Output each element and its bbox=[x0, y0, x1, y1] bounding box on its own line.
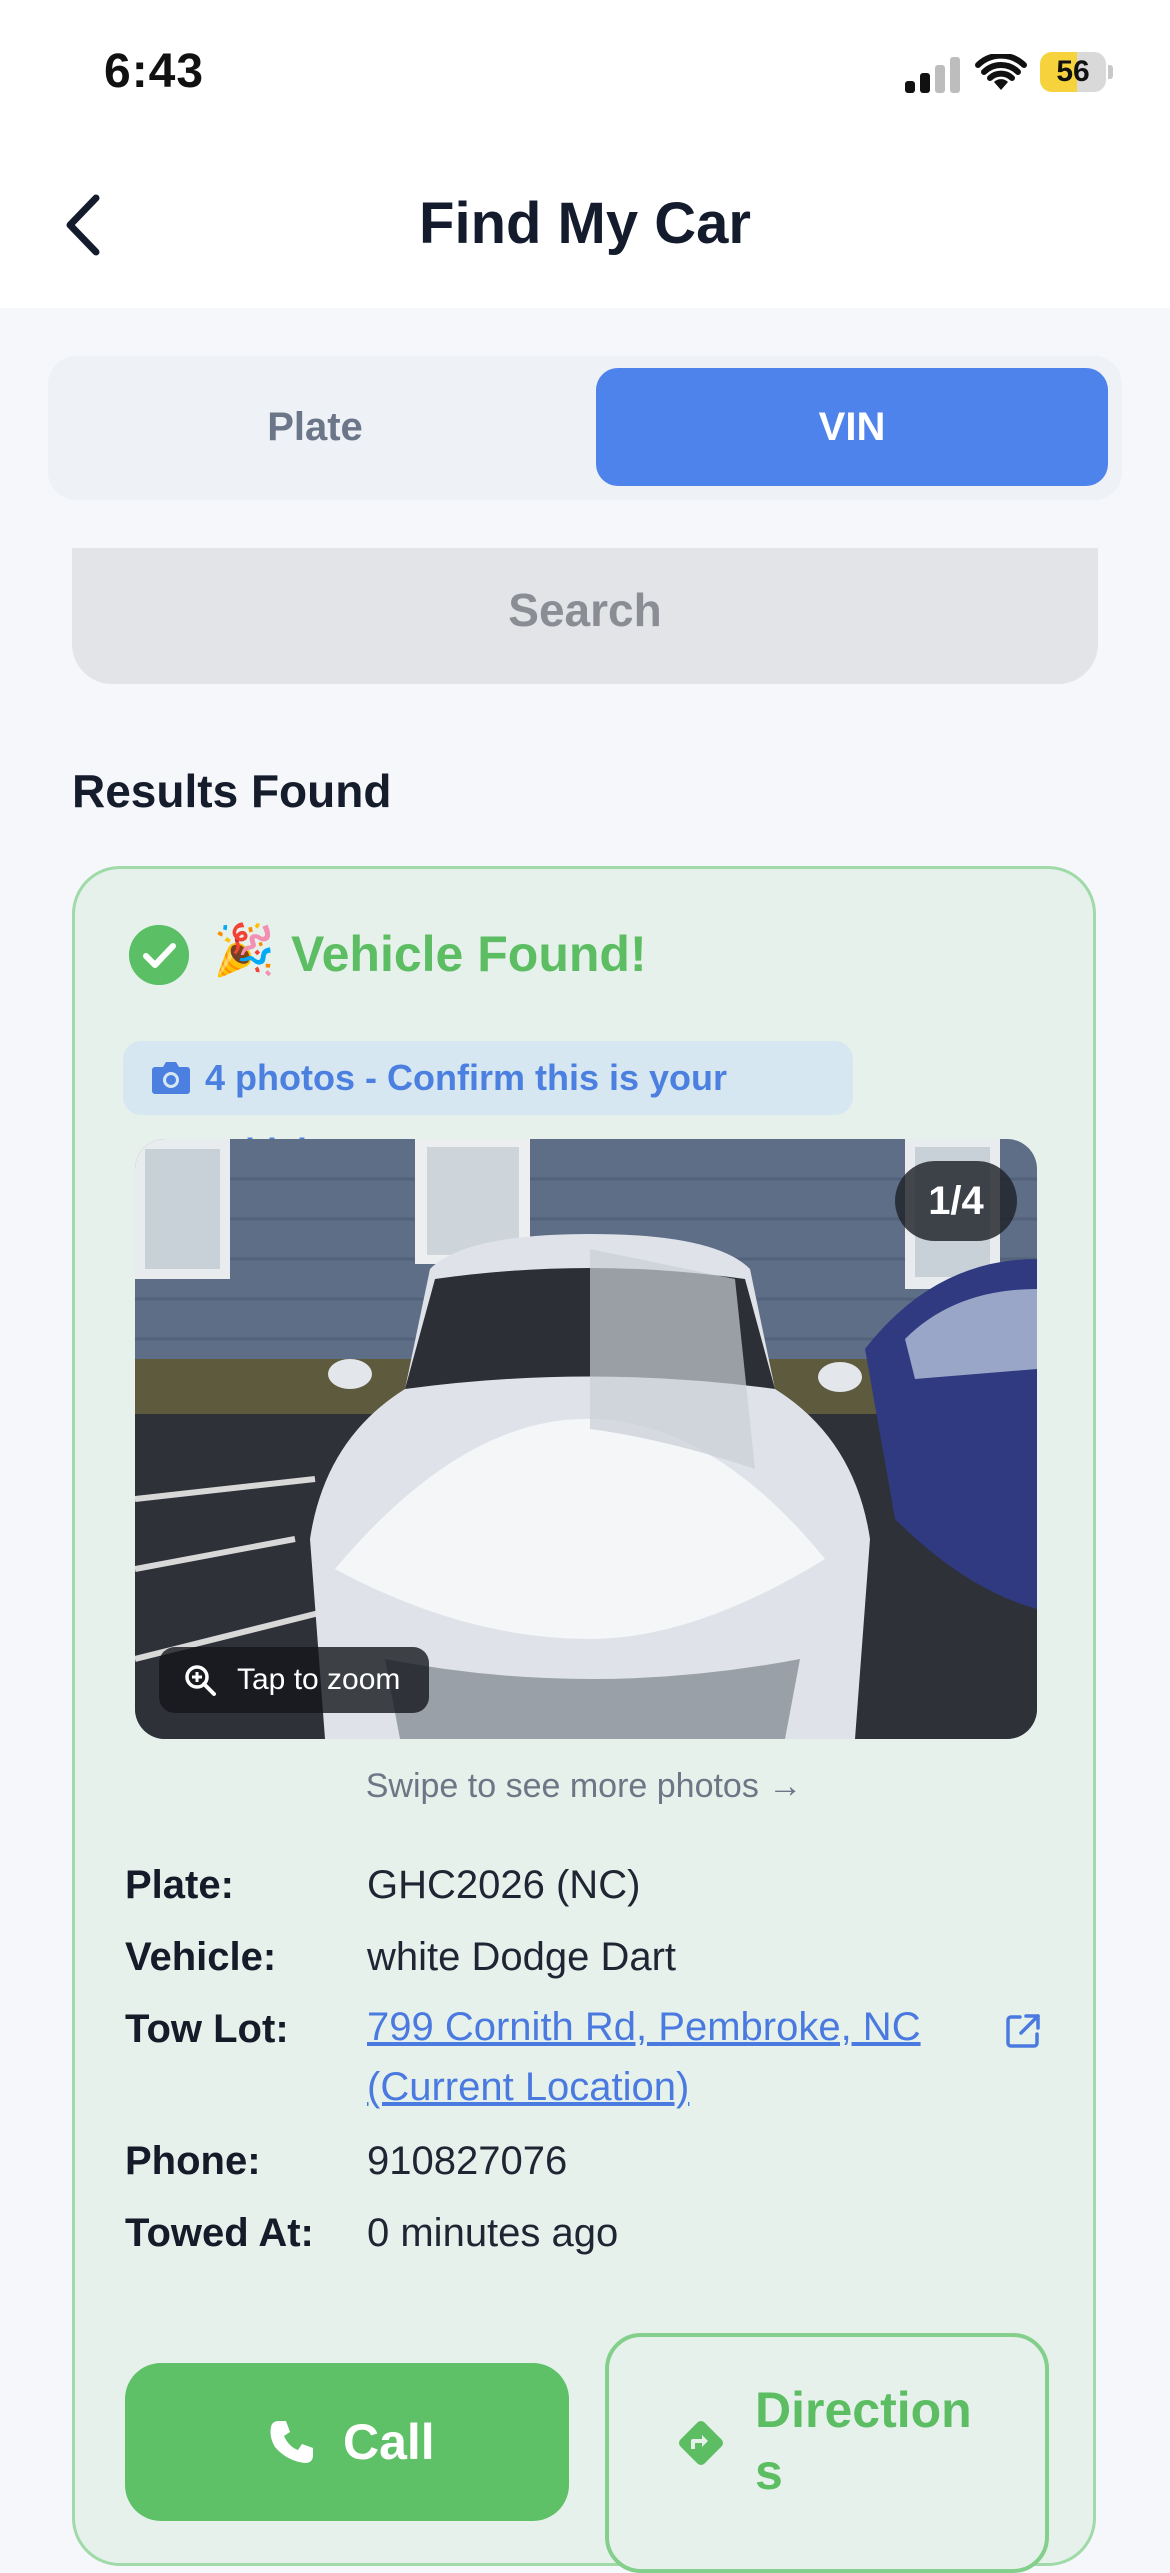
wifi-icon bbox=[975, 54, 1027, 90]
phone-label: Phone: bbox=[125, 2139, 261, 2183]
check-circle-icon bbox=[129, 925, 189, 985]
tow-lot-label: Tow Lot: bbox=[125, 2007, 289, 2051]
battery-icon: 56 bbox=[1040, 52, 1113, 92]
external-link-icon[interactable] bbox=[1003, 2011, 1043, 2051]
tap-to-zoom-label: Tap to zoom bbox=[237, 1663, 401, 1696]
search-mode-toggle: Plate VIN bbox=[48, 356, 1122, 500]
cellular-signal-icon bbox=[905, 55, 961, 93]
status-bar: 6:43 56 bbox=[0, 0, 1170, 150]
photo-counter: 1/4 bbox=[895, 1161, 1017, 1241]
results-heading: Results Found bbox=[72, 765, 392, 817]
vehicle-result-card: 🎉 Vehicle Found! 4 photos - Confirm this… bbox=[72, 866, 1096, 2573]
plate-value: GHC2026 (NC) bbox=[367, 1863, 641, 1907]
directions-button-label: Directions bbox=[755, 2382, 972, 2500]
call-button-label: Call bbox=[343, 2414, 435, 2470]
party-popper-icon: 🎉 bbox=[213, 922, 276, 978]
vehicle-found-title: Vehicle Found! bbox=[291, 926, 647, 982]
tap-to-zoom-badge[interactable]: Tap to zoom bbox=[159, 1647, 429, 1713]
tab-plate[interactable]: Plate bbox=[60, 368, 570, 486]
towed-at-label: Towed At: bbox=[125, 2211, 314, 2255]
nav-bar: Find My Car bbox=[0, 150, 1170, 308]
vehicle-label: Vehicle: bbox=[125, 1935, 277, 1979]
tab-vin[interactable]: VIN bbox=[596, 368, 1108, 486]
phone-value: 910827076 bbox=[367, 2139, 568, 2183]
plate-label: Plate: bbox=[125, 1863, 234, 1907]
camera-icon bbox=[152, 1062, 190, 1094]
photos-count-badge: 4 photos - Confirm this is your vehicle bbox=[123, 1041, 853, 1172]
directions-icon bbox=[679, 2421, 723, 2465]
towed-at-value: 0 minutes ago bbox=[367, 2211, 619, 2255]
vehicle-value: white Dodge Dart bbox=[367, 1935, 677, 1979]
swipe-hint: Swipe to see more photos → bbox=[365, 1767, 803, 1805]
search-button[interactable]: Search bbox=[72, 548, 1098, 684]
call-button[interactable]: Call bbox=[125, 2363, 569, 2521]
battery-percentage: 56 bbox=[1056, 55, 1090, 88]
zoom-in-icon bbox=[185, 1665, 216, 1696]
status-time: 6:43 bbox=[104, 45, 205, 98]
vehicle-photo[interactable]: 1/4 Tap to zoom bbox=[135, 1139, 1037, 1739]
directions-button[interactable]: Directions bbox=[605, 2333, 1049, 2573]
phone-icon bbox=[270, 2421, 313, 2463]
page-title: Find My Car bbox=[419, 191, 751, 256]
tow-lot-address-link[interactable]: 799 Cornith Rd, Pembroke, NC (Current Lo… bbox=[367, 1997, 987, 2117]
